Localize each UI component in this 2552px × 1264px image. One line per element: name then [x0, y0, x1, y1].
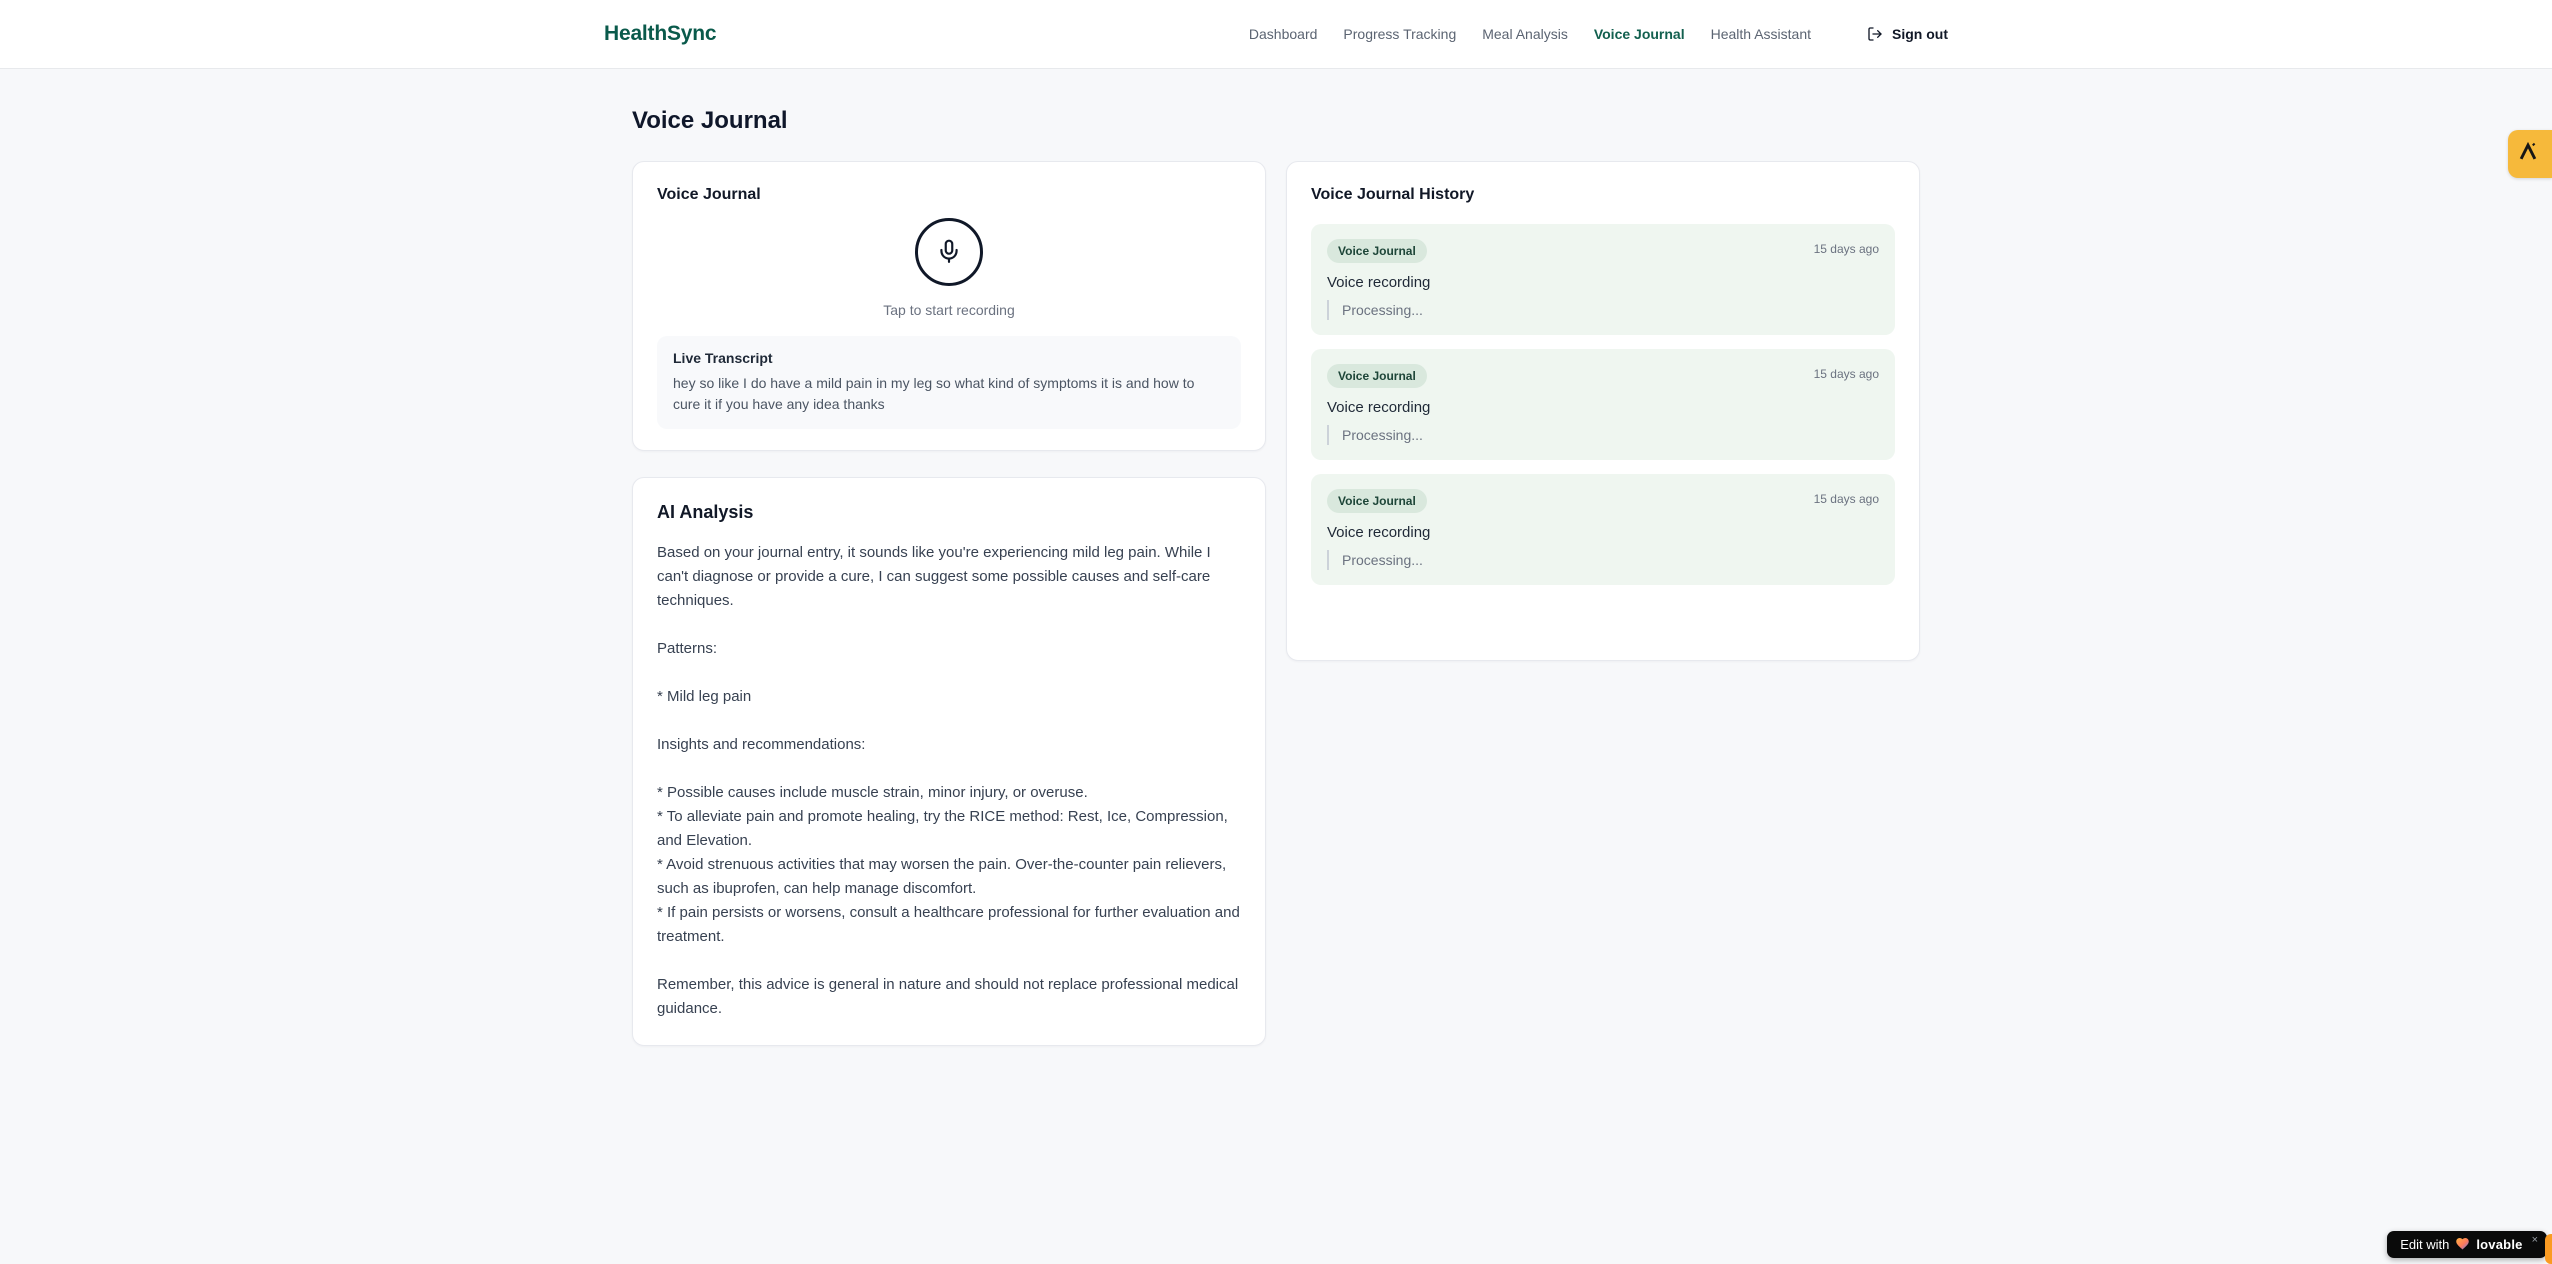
entry-title: Voice recording	[1327, 399, 1431, 416]
history-entry[interactable]: Voice Journal 15 days ago Voice recordin…	[1311, 474, 1895, 585]
heart-icon	[2455, 1236, 2470, 1253]
top-navbar: HealthSync Dashboard Progress Tracking M…	[0, 0, 2552, 69]
entry-type-badge: Voice Journal	[1327, 239, 1427, 263]
lovable-brand-label: lovable	[2476, 1237, 2523, 1252]
history-entry[interactable]: Voice Journal 15 days ago Voice recordin…	[1311, 349, 1895, 460]
entry-title: Voice recording	[1327, 524, 1431, 541]
history-card-title: Voice Journal History	[1311, 186, 1475, 203]
main-nav: Dashboard Progress Tracking Meal Analysi…	[1249, 26, 1948, 42]
entry-timestamp: 15 days ago	[1813, 367, 1879, 381]
record-hint-text: Tap to start recording	[883, 302, 1015, 318]
entry-processing-status: Processing...	[1327, 300, 1879, 320]
entry-type-badge: Voice Journal	[1327, 489, 1427, 513]
app-logo[interactable]: HealthSync	[604, 22, 717, 46]
nav-health-assistant[interactable]: Health Assistant	[1711, 26, 1811, 42]
live-transcript-text: hey so like I do have a mild pain in my …	[673, 375, 1195, 412]
entry-processing-status: Processing...	[1327, 425, 1879, 445]
ai-analysis-card: AI Analysis Based on your journal entry,…	[632, 477, 1266, 1046]
entry-type-badge: Voice Journal	[1327, 364, 1427, 388]
nav-progress-tracking[interactable]: Progress Tracking	[1343, 26, 1456, 42]
corner-badge-sliver[interactable]	[2545, 1234, 2552, 1264]
nav-dashboard[interactable]: Dashboard	[1249, 26, 1318, 42]
entry-title: Voice recording	[1327, 274, 1431, 291]
live-transcript-title: Live Transcript	[673, 350, 773, 366]
history-list: Voice Journal 15 days ago Voice recordin…	[1311, 224, 1895, 585]
close-icon[interactable]: ×	[2532, 1235, 2538, 1246]
entry-timestamp: 15 days ago	[1813, 492, 1879, 506]
voice-journal-history-card: Voice Journal History Voice Journal 15 d…	[1286, 161, 1920, 661]
edit-with-lovable-badge[interactable]: Edit with lovable ×	[2387, 1231, 2547, 1258]
a-frame-logo-icon	[2517, 141, 2539, 168]
nav-meal-analysis[interactable]: Meal Analysis	[1482, 26, 1568, 42]
record-button[interactable]	[915, 218, 983, 286]
ai-analysis-body: Based on your journal entry, it sounds l…	[657, 544, 1240, 1017]
sign-out-label: Sign out	[1892, 26, 1948, 42]
side-panel-toggle-badge[interactable]	[2508, 130, 2552, 178]
voice-recorder-card: Voice Journal Tap to start recording Liv…	[632, 161, 1266, 451]
ai-analysis-title: AI Analysis	[657, 502, 754, 522]
edit-with-label: Edit with	[2400, 1237, 2450, 1252]
nav-voice-journal[interactable]: Voice Journal	[1594, 26, 1685, 42]
page-title: Voice Journal	[632, 107, 788, 134]
history-entry[interactable]: Voice Journal 15 days ago Voice recordin…	[1311, 224, 1895, 335]
sign-out-button[interactable]: Sign out	[1867, 26, 1948, 42]
entry-processing-status: Processing...	[1327, 550, 1879, 570]
microphone-icon	[936, 238, 962, 267]
live-transcript-box: Live Transcript hey so like I do have a …	[657, 336, 1241, 429]
recorder-card-title: Voice Journal	[657, 186, 761, 203]
logout-icon	[1867, 26, 1883, 42]
main-content: Voice Journal Voice Journal Tap to start…	[632, 107, 1920, 1046]
entry-timestamp: 15 days ago	[1813, 242, 1879, 256]
